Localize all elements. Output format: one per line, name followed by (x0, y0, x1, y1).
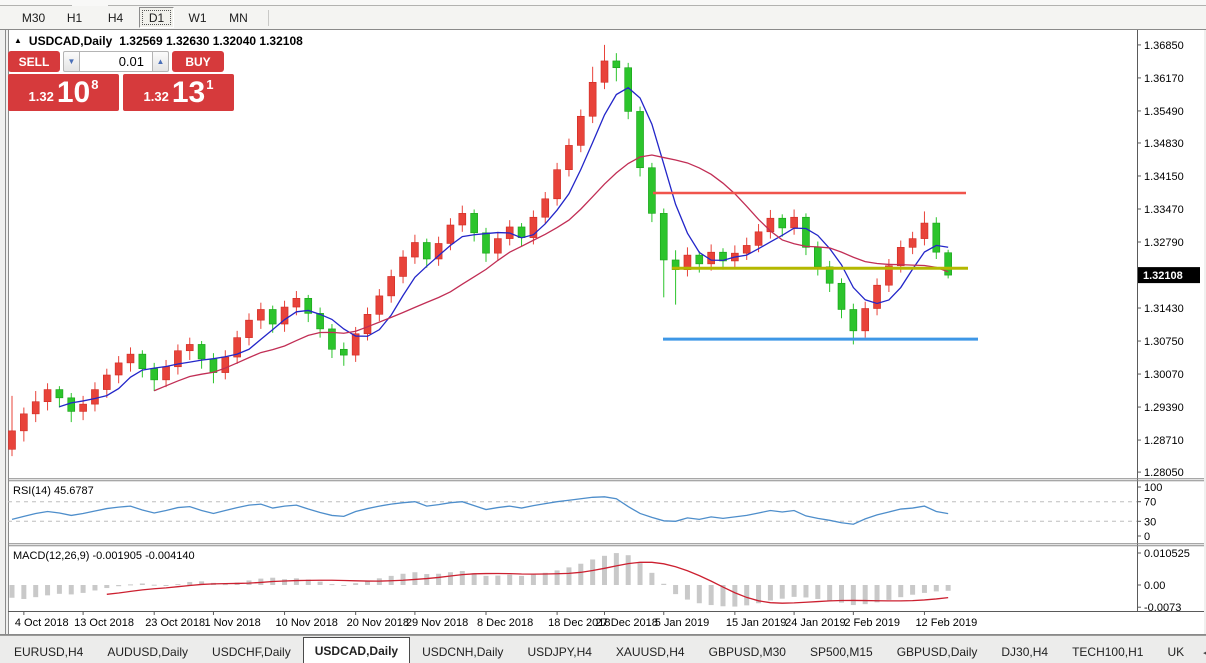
date-axis-label: 20 Nov 2018 (347, 617, 409, 629)
tab-usdjpy-h4[interactable]: USDJPY,H4 (515, 640, 603, 663)
chart-title: ▲ USDCAD,Daily 1.32569 1.32630 1.32040 1… (14, 34, 303, 48)
chevron-down-icon: ▼ (67, 57, 76, 66)
tab-dj30-h4[interactable]: DJ30,H4 (989, 640, 1060, 663)
sell-price-panel[interactable]: 1.32 10 8 (8, 74, 119, 111)
tab-gbpusd-daily[interactable]: GBPUSD,Daily (885, 640, 990, 663)
price-axis-label: 1.34830 (1144, 138, 1184, 150)
one-click-trade-widget: SELL ▼ ▲ BUY 1.32 10 8 1.32 13 1 (8, 51, 234, 111)
tab-uk[interactable]: UK (1155, 640, 1196, 663)
tab-tech100-h1[interactable]: TECH100,H1 (1060, 640, 1155, 663)
price-axis-label: 1.33470 (1144, 204, 1184, 216)
price-axis-label: 1.30070 (1144, 369, 1184, 381)
sell-price-pip: 8 (91, 77, 99, 92)
buy-price-prefix: 1.32 (143, 89, 169, 104)
sell-price-prefix: 1.32 (28, 89, 54, 104)
chart-title-symbol: USDCAD,Daily (28, 34, 113, 48)
last-price-tag: 1.32108 (1138, 267, 1200, 284)
price-axis-label: 1.36170 (1144, 73, 1184, 85)
date-axis-label: 2 Feb 2019 (844, 617, 900, 629)
volume-decrease-button[interactable]: ▼ (63, 51, 80, 72)
buy-price-pip: 1 (206, 77, 214, 92)
rsi-axis-label: 100 (1144, 482, 1162, 494)
tab-sp500-m15[interactable]: SP500,M15 (798, 640, 885, 663)
price-axis-label: 1.36850 (1144, 40, 1184, 52)
tab-gbpusd-m30[interactable]: GBPUSD,M30 (697, 640, 798, 663)
sell-button[interactable]: SELL (8, 51, 60, 72)
macd-axis-label: 0.010525 (1144, 548, 1190, 560)
rsi-axis-label: 0 (1144, 531, 1150, 543)
price-axis-label: 1.30750 (1144, 336, 1184, 348)
price-axis-label: 1.28710 (1144, 435, 1184, 447)
chart-collapse-icon[interactable]: ▲ (14, 36, 22, 45)
price-axis-label: 1.28050 (1144, 467, 1184, 479)
tab-usdcad-daily[interactable]: USDCAD,Daily (302, 637, 411, 663)
volume-increase-button[interactable]: ▲ (152, 51, 169, 72)
chevron-up-icon: ▲ (156, 57, 165, 66)
tab-xauusd-h4[interactable]: XAUUSD,H4 (604, 640, 697, 663)
date-axis-label: 24 Jan 2019 (785, 617, 846, 629)
rsi-axis-label: 70 (1144, 497, 1156, 509)
date-axis-label: 29 Nov 2018 (406, 617, 468, 629)
buy-button[interactable]: BUY (172, 51, 224, 72)
date-axis-label: 4 Oct 2018 (15, 617, 69, 629)
date-axis-label: 1 Nov 2018 (204, 617, 260, 629)
price-axis-label: 1.31430 (1144, 303, 1184, 315)
date-axis-label: 27 Dec 2018 (596, 617, 658, 629)
date-axis-label: 13 Oct 2018 (74, 617, 134, 629)
macd-axis-label: 0.00 (1144, 580, 1165, 592)
chart-title-ohlc: 1.32569 1.32630 1.32040 1.32108 (119, 34, 303, 48)
tab-scroll-left-icon[interactable]: ◄ (1196, 648, 1206, 663)
buy-price-big: 13 (171, 75, 206, 109)
tab-audusd-daily[interactable]: AUDUSD,Daily (95, 640, 200, 663)
macd-label: MACD(12,26,9) -0.001905 -0.004140 (13, 550, 195, 562)
buy-price-panel[interactable]: 1.32 13 1 (123, 74, 234, 111)
trading-platform-window: M30 H1 H4 D1 W1 MN 1.36850 1.36170 1.35490 1.348… (0, 0, 1206, 663)
date-axis-label: 15 Jan 2019 (726, 617, 787, 629)
svg-text:1.32108: 1.32108 (1143, 270, 1183, 282)
macd-axis-label: -0.0073 (1144, 602, 1181, 614)
price-axis-label: 1.32790 (1144, 237, 1184, 249)
date-axis-label: 12 Feb 2019 (915, 617, 977, 629)
rsi-label: RSI(14) 45.6787 (13, 485, 94, 497)
rsi-axis-label: 30 (1144, 516, 1156, 528)
tab-usdcnh-daily[interactable]: USDCNH,Daily (410, 640, 515, 663)
date-axis-label: 10 Nov 2018 (276, 617, 338, 629)
date-axis-label: 5 Jan 2019 (655, 617, 709, 629)
sell-price-big: 10 (56, 75, 91, 109)
volume-input[interactable] (80, 51, 152, 72)
price-axis-label: 1.29390 (1144, 402, 1184, 414)
price-axis-label: 1.35490 (1144, 106, 1184, 118)
date-axis-label: 8 Dec 2018 (477, 617, 533, 629)
tab-usdchf-daily[interactable]: USDCHF,Daily (200, 640, 303, 663)
price-axis-label: 1.34150 (1144, 171, 1184, 183)
date-axis-label: 23 Oct 2018 (145, 617, 205, 629)
tab-eurusd-h4[interactable]: EURUSD,H4 (2, 640, 95, 663)
chart-tab-bar: EURUSD,H4 AUDUSD,Daily USDCHF,Daily USDCAD,… (0, 635, 1206, 663)
